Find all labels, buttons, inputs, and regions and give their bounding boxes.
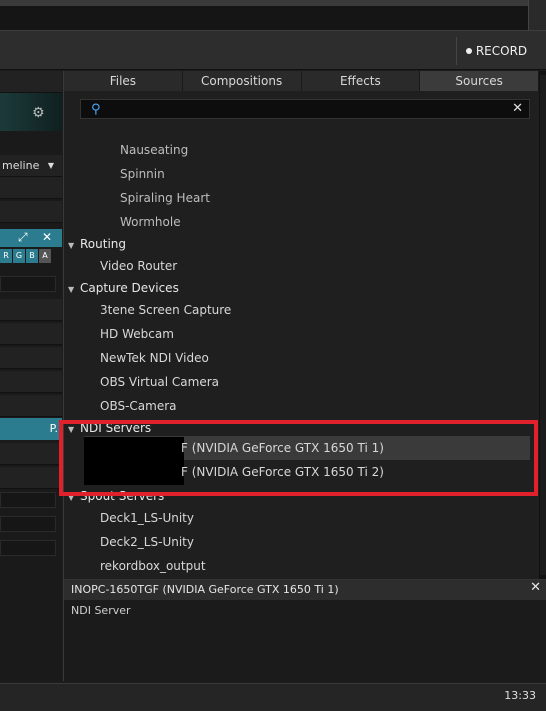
search-icon: ⚲ xyxy=(91,102,101,117)
list-item[interactable]: Deck1_LS-Unity xyxy=(100,506,194,530)
chevron-down-icon: ▼ xyxy=(47,161,54,170)
info-description: NDI Server xyxy=(71,604,131,617)
list-item[interactable]: Video Router xyxy=(100,254,177,278)
clip-header[interactable]: ⤢ ✕ xyxy=(0,229,62,247)
param-field[interactable] xyxy=(0,492,56,508)
list-item[interactable]: 3tene Screen Capture xyxy=(100,298,231,322)
browser-tabs: Files Compositions Effects Sources xyxy=(64,71,539,91)
list-item[interactable]: Deck2_LS-Unity xyxy=(100,530,194,554)
preview-thumbnail xyxy=(0,93,62,131)
param-field[interactable] xyxy=(0,516,56,532)
left-panel: ⚙ meline ▼ ⤢ ✕ R G B A P. xyxy=(0,71,62,681)
highlight-box xyxy=(59,420,538,496)
left-row xyxy=(0,299,62,321)
sources-browser: Files Compositions Effects Sources ⚲ ✕ N… xyxy=(63,71,546,681)
tab-files[interactable]: Files xyxy=(64,71,183,91)
record-button[interactable]: RECORD xyxy=(456,37,536,65)
left-row xyxy=(0,201,62,223)
chevron-down-icon: ▼ xyxy=(68,285,75,294)
record-dot-icon xyxy=(465,48,472,54)
gear-icon[interactable]: ⚙ xyxy=(32,105,45,121)
top-scrollbar[interactable] xyxy=(0,0,528,6)
clear-search-icon[interactable]: ✕ xyxy=(512,101,523,116)
source-list: Nauseating Spinnin Spiraling Heart Wormh… xyxy=(64,123,539,579)
left-row xyxy=(0,347,62,369)
left-row xyxy=(0,371,62,393)
info-title-text: INOPC-1650TGF (NVIDIA GeForce GTX 1650 T… xyxy=(71,583,339,596)
close-icon[interactable]: ✕ xyxy=(530,580,541,595)
left-row xyxy=(0,443,62,465)
param-p-label: P. xyxy=(49,422,58,435)
timeline-label: meline xyxy=(2,159,40,172)
category-routing[interactable]: ▼ Routing xyxy=(68,232,126,256)
tab-compositions[interactable]: Compositions xyxy=(183,71,302,91)
list-item[interactable]: Spinnin xyxy=(120,162,165,186)
info-title: INOPC-1650TGF (NVIDIA GeForce GTX 1650 T… xyxy=(64,580,546,600)
clock: 13:33 xyxy=(504,689,536,702)
category-label: Routing xyxy=(80,237,127,251)
list-item[interactable]: OBS Virtual Camera xyxy=(100,370,219,394)
list-item[interactable]: NewTek NDI Video xyxy=(100,346,209,370)
left-row xyxy=(0,177,62,199)
list-scrollbar[interactable] xyxy=(539,71,546,579)
channel-r-button[interactable]: R xyxy=(0,249,12,263)
header-bar: RECORD xyxy=(0,30,546,70)
source-info-panel: INOPC-1650TGF (NVIDIA GeForce GTX 1650 T… xyxy=(64,579,546,681)
list-item[interactable]: Spiraling Heart xyxy=(120,186,210,210)
category-capture-devices[interactable]: ▼ Capture Devices xyxy=(68,276,179,300)
channel-a-button[interactable]: A xyxy=(39,249,51,263)
param-field[interactable] xyxy=(0,540,56,556)
top-scroll-handle[interactable] xyxy=(528,0,546,30)
chevron-down-icon: ▼ xyxy=(68,241,75,250)
category-label: Capture Devices xyxy=(80,281,179,295)
param-field[interactable] xyxy=(0,276,56,292)
channel-buttons: R G B A xyxy=(0,249,62,265)
left-row xyxy=(0,71,62,93)
close-icon[interactable]: ✕ xyxy=(42,230,52,244)
param-row-selected[interactable]: P. xyxy=(0,418,62,440)
expand-icon[interactable]: ⤢ xyxy=(18,230,28,245)
search-input[interactable]: ⚲ ✕ xyxy=(80,99,530,119)
timeline-dropdown[interactable]: meline ▼ xyxy=(0,155,62,177)
left-row xyxy=(0,395,62,417)
list-item[interactable]: rekordbox_output xyxy=(100,554,206,578)
list-item[interactable]: Wormhole xyxy=(120,210,181,234)
record-label: RECORD xyxy=(475,44,528,58)
top-strip xyxy=(0,0,546,30)
channel-g-button[interactable]: G xyxy=(13,249,25,263)
channel-b-button[interactable]: B xyxy=(26,249,38,263)
status-bar: 13:33 xyxy=(0,683,546,711)
scroll-thumb[interactable] xyxy=(540,75,546,575)
left-row xyxy=(0,323,62,345)
left-row xyxy=(0,467,62,489)
tab-effects[interactable]: Effects xyxy=(302,71,421,91)
list-item[interactable]: OBS-Camera xyxy=(100,394,177,418)
tab-sources[interactable]: Sources xyxy=(420,71,539,91)
list-item[interactable]: Nauseating xyxy=(120,138,188,162)
list-item[interactable]: HD Webcam xyxy=(100,322,174,346)
